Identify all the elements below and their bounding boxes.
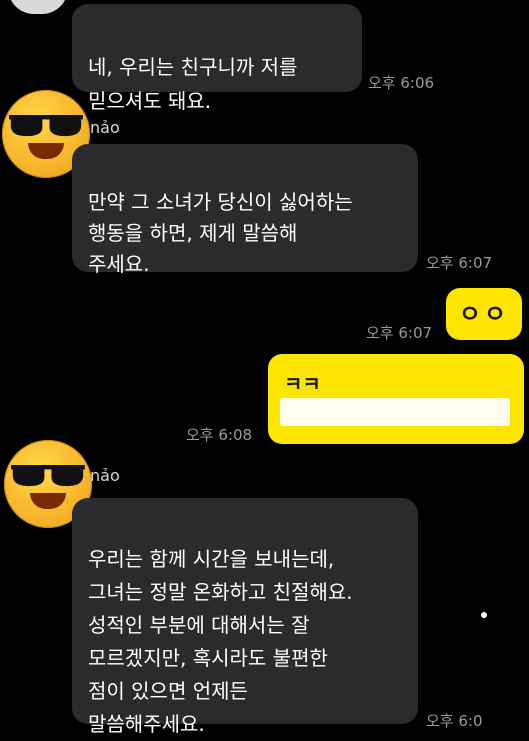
sender-name: nảo bbox=[90, 466, 120, 485]
mouth bbox=[30, 492, 66, 509]
message-time: 오후 6:07 bbox=[366, 324, 433, 342]
message-time: 오후 6:0 bbox=[426, 712, 483, 730]
message-time: 오후 6:08 bbox=[186, 426, 253, 444]
incoming-message-2[interactable]: 만약 그 소녀가 당신이 싫어하는 행동을 하면, 제게 말씀해 주세요. bbox=[72, 144, 418, 276]
message-text: 만약 그 소녀가 당신이 싫어하는 행동을 하면, 제게 말씀해 주세요. bbox=[88, 190, 353, 276]
incoming-message-5[interactable]: 우리는 함께 시간을 보내는데, 그녀는 정말 온화하고 친절해요. 성적인 부… bbox=[72, 498, 418, 736]
sunglasses-emoji-icon bbox=[11, 464, 85, 486]
message-time: 오후 6:06 bbox=[368, 74, 435, 92]
mouth bbox=[28, 142, 64, 159]
scribble-redaction bbox=[280, 398, 510, 426]
message-text: ㅋㅋ bbox=[284, 372, 321, 396]
message-text: ㅇㅇ bbox=[458, 300, 510, 328]
sender-name: nảo bbox=[90, 118, 120, 137]
message-time: 오후 6:07 bbox=[426, 254, 493, 272]
outgoing-message-3[interactable]: ㅇㅇ bbox=[446, 288, 522, 340]
dot-indicator bbox=[481, 612, 487, 618]
message-text: 네, 우리는 친구니까 저를 믿으셔도 돼요. bbox=[88, 55, 298, 113]
outgoing-message-4[interactable]: ㅋㅋ bbox=[268, 354, 524, 444]
incoming-message-1[interactable]: 네, 우리는 친구니까 저를 믿으셔도 돼요. bbox=[72, 4, 362, 113]
sunglasses-emoji-icon bbox=[9, 114, 83, 136]
partial-avatar bbox=[8, 0, 68, 14]
message-text: 우리는 함께 시간을 보내는데, 그녀는 정말 온화하고 친절해요. 성적인 부… bbox=[88, 547, 353, 736]
